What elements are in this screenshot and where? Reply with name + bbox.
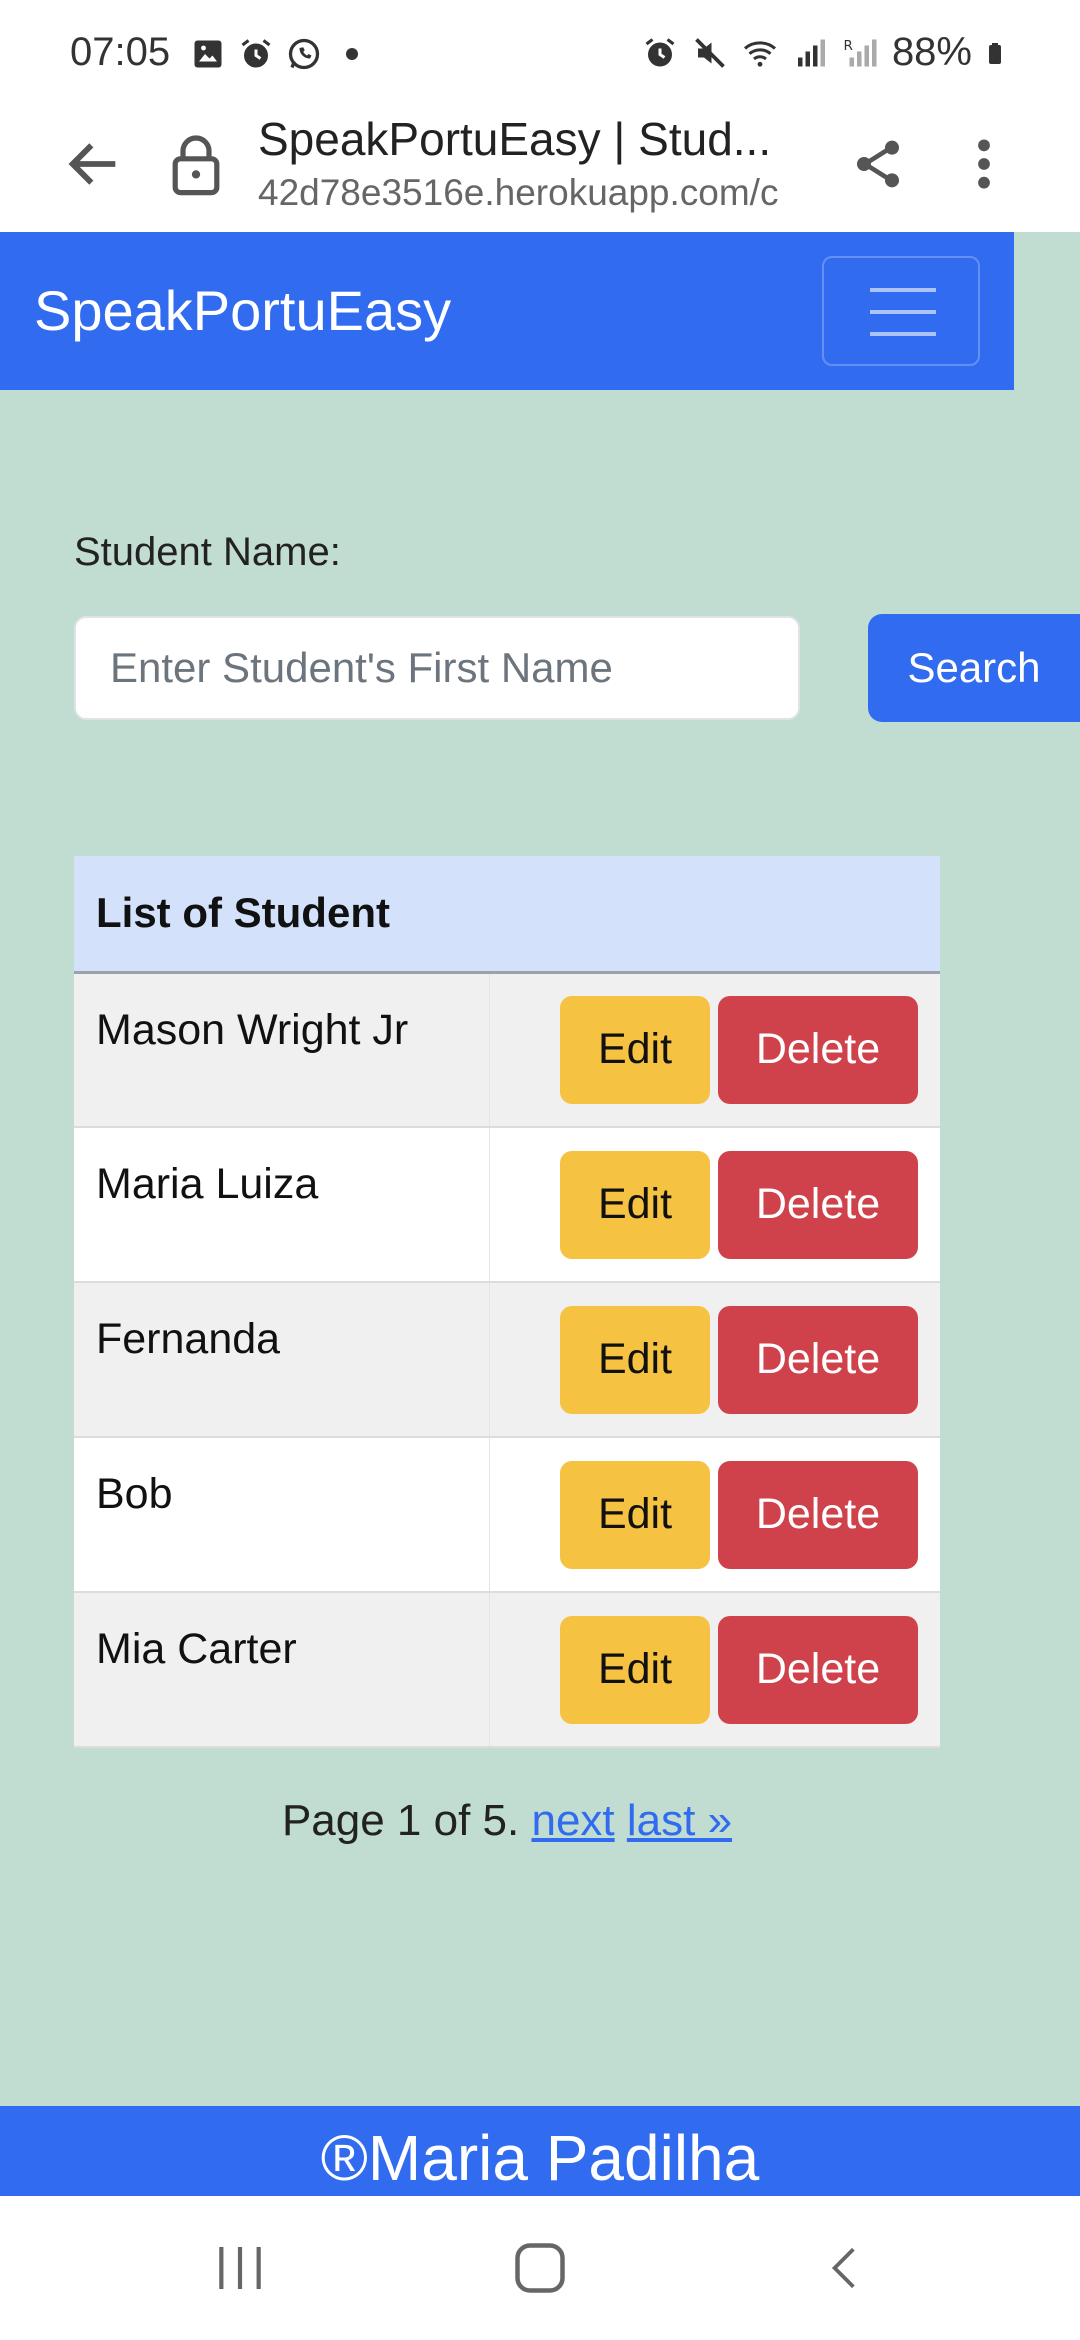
svg-text:R: R [843, 38, 852, 54]
system-nav-bar [0, 2196, 1080, 2340]
student-name-label: Student Name: [74, 530, 341, 574]
delete-button[interactable]: Delete [718, 1460, 918, 1569]
more-vert-icon[interactable] [972, 132, 996, 196]
actions-cell: Edit Delete [489, 1592, 940, 1747]
dot-icon [346, 48, 358, 60]
table-row: Mia Carter Edit Delete [74, 1592, 940, 1747]
back-arrow-icon[interactable] [62, 132, 126, 196]
student-name: Mia Carter [74, 1592, 490, 1747]
status-left-icons [190, 36, 370, 72]
edit-button[interactable]: Edit [560, 995, 710, 1104]
table-row: Fernanda Edit Delete [74, 1282, 940, 1437]
pagination: Page 1 of 5. next last » [0, 1796, 1014, 1846]
actions-cell: Edit Delete [489, 1127, 940, 1282]
whatsapp-icon [288, 38, 320, 70]
lock-icon[interactable] [170, 132, 222, 196]
status-right: R 88% [642, 30, 1010, 75]
table-row: Mason Wright Jr Edit Delete [74, 972, 940, 1127]
edit-button[interactable]: Edit [560, 1615, 710, 1724]
actions-cell: Edit Delete [489, 1437, 940, 1592]
nav-back-icon[interactable] [820, 2238, 870, 2298]
battery-icon [989, 42, 1001, 64]
pagination-last-link[interactable]: last » [627, 1796, 732, 1845]
pagination-next-link[interactable]: next [531, 1796, 614, 1845]
table-row: Maria Luiza Edit Delete [74, 1127, 940, 1282]
search-button[interactable]: Search [868, 614, 1080, 722]
share-icon[interactable] [850, 132, 906, 196]
browser-url[interactable]: 42d78e3516e.herokuapp.com/c [258, 172, 803, 214]
signal-roaming-icon: R [843, 38, 877, 66]
status-time: 07:05 [70, 30, 171, 74]
navbar-toggler[interactable] [822, 256, 980, 366]
home-icon[interactable] [510, 2238, 570, 2298]
recent-apps-icon[interactable] [212, 2238, 268, 2298]
actions-cell: Edit Delete [489, 972, 940, 1127]
pagination-status: Page 1 of 5. [281, 1796, 520, 1845]
table-title: List of Student [96, 889, 390, 937]
footer-credit: ®Maria Padilha [320, 2122, 760, 2194]
mute-icon [695, 37, 725, 68]
gallery-icon [194, 40, 222, 68]
alarm-icon [645, 37, 675, 66]
table-row: Bob Edit Delete [74, 1437, 940, 1592]
browser-bar: SpeakPortuEasy | Stud... 42d78e3516e.her… [0, 112, 1080, 232]
status-bar: 07:05 R 88% [0, 0, 1080, 112]
navbar-brand[interactable]: SpeakPortuEasy [34, 278, 451, 343]
edit-button[interactable]: Edit [560, 1150, 710, 1259]
footer: ®Maria Padilha [0, 2106, 1080, 2196]
student-name: Bob [74, 1437, 490, 1592]
student-name: Mason Wright Jr [74, 972, 490, 1127]
hamburger-icon [870, 288, 936, 336]
edit-button[interactable]: Edit [560, 1305, 710, 1414]
student-table: List of Student Mason Wright Jr Edit Dele… [74, 856, 940, 1748]
student-name-input[interactable] [74, 616, 800, 720]
delete-button[interactable]: Delete [718, 1305, 918, 1414]
browser-page-title[interactable]: SpeakPortuEasy | Stud... [258, 112, 798, 166]
alarm-icon [241, 39, 271, 68]
student-name: Maria Luiza [74, 1127, 490, 1282]
delete-button[interactable]: Delete [718, 1150, 918, 1259]
actions-cell: Edit Delete [489, 1282, 940, 1437]
delete-button[interactable]: Delete [718, 1615, 918, 1724]
battery-percent: 88% [891, 30, 972, 74]
edit-button[interactable]: Edit [560, 1460, 710, 1569]
student-name: Fernanda [74, 1282, 490, 1437]
delete-button[interactable]: Delete [718, 995, 918, 1104]
signal-icon [797, 39, 825, 66]
table-header: List of Student [74, 856, 940, 972]
wifi-icon [743, 40, 776, 67]
navbar: SpeakPortuEasy [0, 232, 1014, 390]
